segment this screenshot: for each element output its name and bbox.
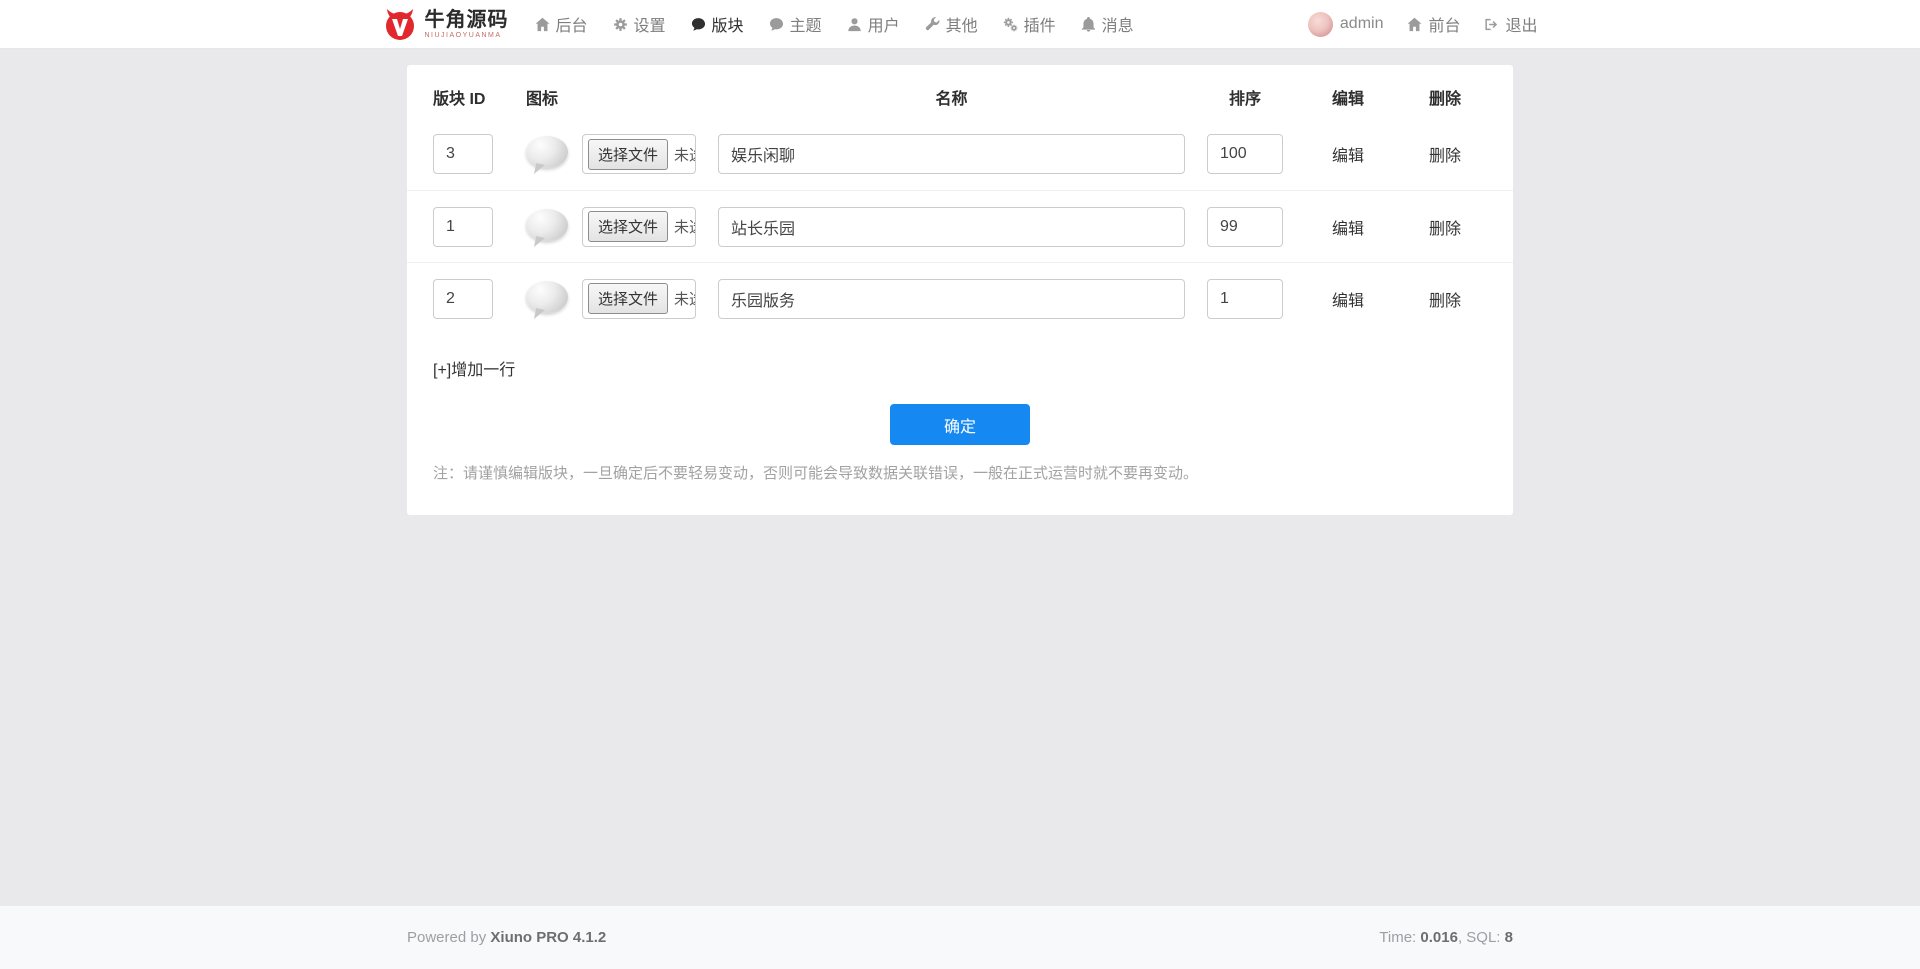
table-row: 选择文件 未选择任何文件 编辑 删除 xyxy=(407,190,1513,262)
table-body: 选择文件 未选择任何文件 编辑 删除 xyxy=(407,118,1513,334)
nav-item-plugins[interactable]: 插件 xyxy=(1003,12,1056,36)
edit-warning-note: 注：请谨慎编辑版块，一旦确定后不要轻易变动，否则可能会导致数据关联错误，一般在正… xyxy=(433,462,1487,483)
section-id-input[interactable] xyxy=(433,279,493,319)
nav-item-label: 用户 xyxy=(868,12,900,36)
username: admin xyxy=(1340,15,1384,33)
gear-icon xyxy=(613,17,628,32)
nav-item-sections[interactable]: 版块 xyxy=(691,12,744,36)
nav-item-other[interactable]: 其他 xyxy=(925,12,978,36)
choose-file-button[interactable]: 选择文件 xyxy=(588,283,668,314)
sections-panel: 版块 ID 图标 名称 排序 编辑 删除 选择文件 未选择任何文件 xyxy=(407,65,1513,515)
nav-item-label: 版块 xyxy=(712,12,744,36)
edit-link[interactable]: 编辑 xyxy=(1332,293,1364,310)
user-icon xyxy=(847,17,862,32)
nav-item-themes[interactable]: 主题 xyxy=(769,12,822,36)
nav-item-label: 其他 xyxy=(946,12,978,36)
sign-out-icon xyxy=(1484,17,1499,32)
powered-by: Powered by Xiuno PRO 4.1.2 xyxy=(407,929,606,946)
file-status-text: 未选择任何文件 xyxy=(674,144,696,165)
product-version: Xiuno PRO 4.1.2 xyxy=(490,929,606,946)
section-name-input[interactable] xyxy=(718,207,1185,247)
icon-file-input[interactable]: 选择文件 未选择任何文件 xyxy=(582,134,696,174)
section-id-input[interactable] xyxy=(433,207,493,247)
nav-item-messages[interactable]: 消息 xyxy=(1081,12,1134,36)
delete-link[interactable]: 删除 xyxy=(1429,148,1461,165)
section-rank-input[interactable] xyxy=(1207,279,1283,319)
add-row-link[interactable]: [+]增加一行 xyxy=(433,356,515,380)
delete-link[interactable]: 删除 xyxy=(1429,221,1461,238)
nav-item-frontend[interactable]: 前台 xyxy=(1407,12,1460,36)
powered-prefix: Powered by xyxy=(407,929,486,946)
home-icon xyxy=(1407,17,1422,32)
table-row: 选择文件 未选择任何文件 编辑 删除 xyxy=(407,262,1513,334)
nav-item-label: 设置 xyxy=(634,12,666,36)
section-name-input[interactable] xyxy=(718,134,1185,174)
section-rank-input[interactable] xyxy=(1207,134,1283,174)
icon-file-input[interactable]: 选择文件 未选择任何文件 xyxy=(582,279,696,319)
bell-icon xyxy=(1081,17,1096,32)
section-bubble-icon xyxy=(526,206,568,248)
section-rank-input[interactable] xyxy=(1207,207,1283,247)
header-edit: 编辑 xyxy=(1293,85,1403,109)
file-status-text: 未选择任何文件 xyxy=(674,216,696,237)
nav-item-label: 前台 xyxy=(1428,12,1460,36)
nav-item-settings[interactable]: 设置 xyxy=(613,12,666,36)
section-name-input[interactable] xyxy=(718,279,1185,319)
section-bubble-icon xyxy=(526,133,568,175)
comment-icon xyxy=(769,17,784,32)
user-menu[interactable]: admin xyxy=(1308,12,1384,37)
confirm-button[interactable]: 确定 xyxy=(890,404,1030,445)
main-area: 版块 ID 图标 名称 排序 编辑 删除 选择文件 未选择任何文件 xyxy=(0,49,1920,906)
nav-item-logout[interactable]: 退出 xyxy=(1484,12,1537,36)
icon-file-input[interactable]: 选择文件 未选择任何文件 xyxy=(582,207,696,247)
table-header-row: 版块 ID 图标 名称 排序 编辑 删除 xyxy=(407,65,1513,118)
header-delete: 删除 xyxy=(1403,85,1487,109)
header-section-id: 版块 ID xyxy=(433,85,493,109)
cogs-icon xyxy=(1003,17,1018,32)
header-name: 名称 xyxy=(718,85,1185,109)
brand-name: 牛角源码 xyxy=(425,10,509,30)
header-icon: 图标 xyxy=(526,85,696,109)
home-icon xyxy=(535,17,550,32)
delete-link[interactable]: 删除 xyxy=(1429,293,1461,310)
nav-item-label: 主题 xyxy=(790,12,822,36)
time-value: 0.016 xyxy=(1420,929,1458,946)
brand-subtitle: NIUJIAOYUANMA xyxy=(425,32,509,39)
perf-stats: Time: 0.016, SQL: 8 xyxy=(1379,929,1513,946)
brand-logo-icon xyxy=(383,7,417,41)
top-navbar: 牛角源码 NIUJIAOYUANMA 后台 设置 版块 主题 xyxy=(0,0,1920,49)
nav-item-backend[interactable]: 后台 xyxy=(535,12,588,36)
nav-item-label: 插件 xyxy=(1024,12,1056,36)
nav-item-label: 后台 xyxy=(556,12,588,36)
page-footer: Powered by Xiuno PRO 4.1.2 Time: 0.016, … xyxy=(0,906,1920,969)
header-rank: 排序 xyxy=(1207,85,1283,109)
time-label: Time: xyxy=(1379,929,1416,946)
sql-label: SQL: xyxy=(1466,929,1500,946)
nav-item-label: 退出 xyxy=(1505,12,1537,36)
section-id-input[interactable] xyxy=(433,134,493,174)
brand-logo[interactable]: 牛角源码 NIUJIAOYUANMA xyxy=(383,7,509,41)
section-bubble-icon xyxy=(526,278,568,320)
sql-value: 8 xyxy=(1505,929,1513,946)
choose-file-button[interactable]: 选择文件 xyxy=(588,139,668,170)
wrench-icon xyxy=(925,17,940,32)
avatar xyxy=(1308,12,1333,37)
nav-right: admin 前台 退出 xyxy=(1308,12,1538,37)
edit-link[interactable]: 编辑 xyxy=(1332,148,1364,165)
nav-item-label: 消息 xyxy=(1102,12,1134,36)
edit-link[interactable]: 编辑 xyxy=(1332,221,1364,238)
table-row: 选择文件 未选择任何文件 编辑 删除 xyxy=(407,118,1513,190)
nav-item-users[interactable]: 用户 xyxy=(847,12,900,36)
comment-icon xyxy=(691,17,706,32)
choose-file-button[interactable]: 选择文件 xyxy=(588,211,668,242)
main-nav: 后台 设置 版块 主题 用户 xyxy=(535,12,1134,36)
file-status-text: 未选择任何文件 xyxy=(674,288,696,309)
